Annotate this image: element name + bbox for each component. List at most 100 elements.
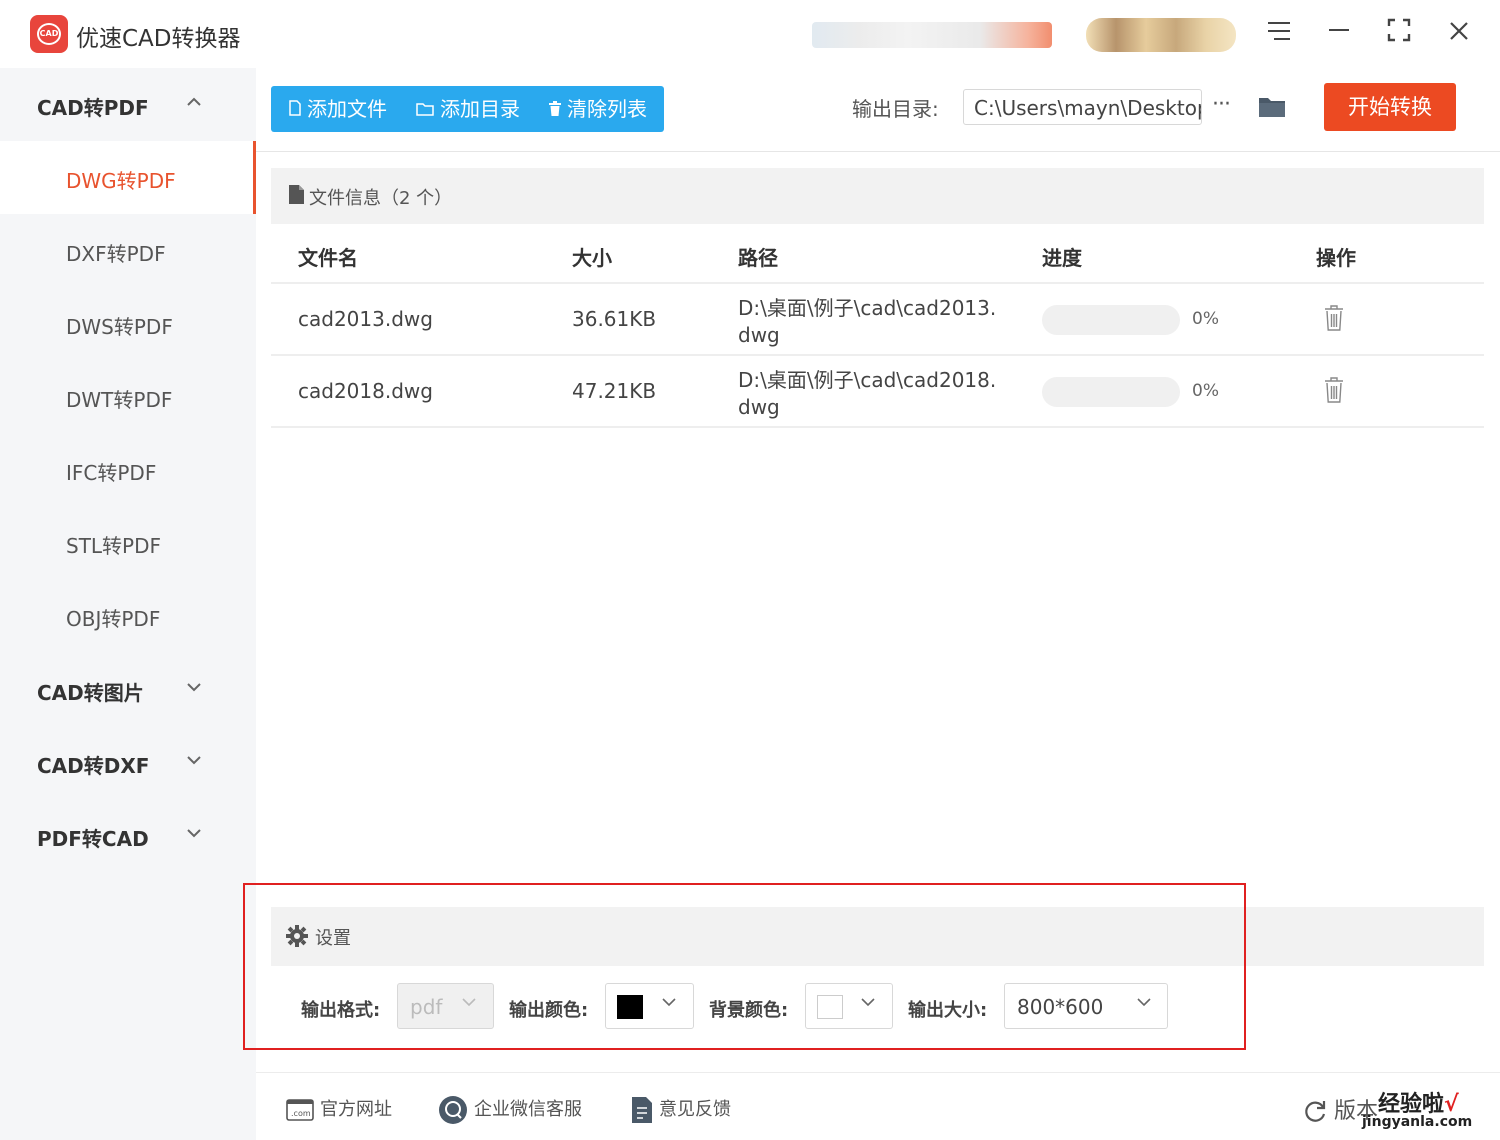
group-label: PDF转CAD [37, 827, 149, 851]
background-color-swatch [817, 995, 843, 1019]
column-header-size: 大小 [572, 246, 612, 270]
sidebar-item-ifc-to-pdf[interactable]: IFC转PDF [0, 433, 256, 506]
progress-bar [1042, 377, 1180, 407]
wechat-support-icon [439, 1096, 467, 1124]
file-icon [289, 88, 301, 134]
settings-title: 设置 [315, 928, 351, 949]
sidebar-item-dwg-to-pdf[interactable]: DWG转PDF [0, 141, 256, 214]
output-dir-label: 输出目录: [852, 97, 939, 121]
chevron-down-icon [186, 823, 202, 844]
sidebar-item-stl-to-pdf[interactable]: STL转PDF [0, 506, 256, 579]
settings-panel: 设置 输出格式: pdf 输出颜色: 背景颜色: 输出大小: 800*600 [271, 907, 1484, 1053]
svg-text:.com: .com [291, 1109, 311, 1118]
add-file-button[interactable]: 添加文件 [289, 86, 387, 132]
gear-icon [286, 925, 308, 947]
group-label: CAD转PDF [37, 96, 149, 120]
sidebar-item-obj-to-pdf[interactable]: OBJ转PDF [0, 579, 256, 652]
document-icon [289, 185, 304, 204]
sidebar-item-dwt-to-pdf[interactable]: DWT转PDF [0, 360, 256, 433]
website-icon: .com [286, 1099, 314, 1121]
output-size-label: 输出大小: [908, 1000, 988, 1021]
official-website-link[interactable]: .com 官方网址 [286, 1095, 392, 1122]
refresh-icon [1305, 1101, 1326, 1122]
app-logo: CAD [30, 15, 68, 53]
clear-list-label: 清除列表 [567, 97, 647, 121]
output-color-label: 输出颜色: [509, 1000, 589, 1021]
start-convert-button[interactable]: 开始转换 [1324, 83, 1456, 131]
output-size-value: 800*600 [1017, 995, 1104, 1019]
title-bar: CAD 优速CAD转换器 [0, 0, 1500, 68]
trash-icon [549, 88, 561, 134]
column-header-progress: 进度 [1042, 246, 1082, 270]
output-format-select: pdf [397, 983, 494, 1029]
file-path-line1: D:\桌面\例子\cad\cad2018. [738, 368, 997, 392]
column-header-name: 文件名 [298, 246, 358, 270]
output-size-select[interactable]: 800*600 [1004, 983, 1168, 1029]
add-file-label: 添加文件 [307, 97, 387, 121]
folder-outline-icon [416, 88, 434, 134]
open-folder-icon[interactable] [1258, 94, 1286, 118]
blurred-vip-badge[interactable] [1086, 18, 1236, 52]
file-name: cad2018.dwg [298, 379, 433, 403]
table-row[interactable]: cad2018.dwg 47.21KB D:\桌面\例子\cad\cad2018… [271, 356, 1484, 428]
sidebar-item-label: DWG转PDF [66, 169, 176, 193]
file-name: cad2013.dwg [298, 307, 433, 331]
sidebar-group-cad-to-dxf[interactable]: CAD转DXF [0, 726, 256, 798]
file-path-line2: dwg [738, 395, 780, 419]
group-label: CAD转图片 [37, 681, 144, 705]
minimize-icon[interactable] [1323, 18, 1355, 50]
settings-header: 设置 [271, 907, 1484, 966]
fullscreen-icon[interactable] [1383, 18, 1415, 50]
output-dir-field[interactable]: C:\Users\mayn\Desktop [963, 89, 1202, 125]
blurred-account-info [812, 22, 1052, 48]
sidebar-item-label: DWS转PDF [66, 315, 173, 339]
file-size: 47.21KB [572, 379, 657, 403]
output-color-swatch [617, 995, 643, 1019]
sidebar-group-cad-to-image[interactable]: CAD转图片 [0, 653, 256, 725]
file-size: 36.61KB [572, 307, 657, 331]
chevron-down-icon [861, 995, 875, 1011]
feedback-link[interactable]: 意见反馈 [631, 1095, 731, 1124]
progress-bar [1042, 305, 1180, 335]
close-icon[interactable] [1443, 18, 1475, 50]
background-color-label: 背景颜色: [709, 1000, 789, 1021]
sidebar-item-label: IFC转PDF [66, 461, 157, 485]
browse-more-button[interactable]: ··· [1212, 92, 1231, 117]
file-path-line2: dwg [738, 323, 780, 347]
footer-bar: .com 官方网址 企业微信客服 意见反馈 版本 [256, 1072, 1500, 1140]
add-directory-button[interactable]: 添加目录 [416, 86, 520, 132]
version-label: 版本 [1334, 1099, 1379, 1124]
menu-icon[interactable] [1263, 18, 1295, 50]
sidebar-item-dxf-to-pdf[interactable]: DXF转PDF [0, 214, 256, 287]
sidebar-item-label: STL转PDF [66, 534, 162, 558]
output-format-label: 输出格式: [301, 1000, 381, 1021]
output-color-select[interactable] [605, 983, 694, 1029]
column-header-actions: 操作 [1316, 246, 1356, 270]
column-header-path: 路径 [738, 246, 778, 270]
chevron-up-icon [186, 92, 202, 113]
wechat-support-label: 企业微信客服 [474, 1099, 582, 1120]
file-panel-title: 文件信息（2 个） [309, 188, 453, 209]
sidebar-item-label: OBJ转PDF [66, 607, 161, 631]
version-link[interactable]: 版本 [1302, 1093, 1378, 1125]
logo-text: CAD [37, 23, 61, 45]
chevron-down-icon [462, 995, 476, 1011]
delete-file-icon[interactable] [1324, 377, 1344, 403]
file-list-panel: 文件信息（2 个） 文件名 大小 路径 进度 操作 cad2013.dwg 36… [271, 168, 1484, 900]
official-website-label: 官方网址 [320, 1099, 392, 1120]
table-row[interactable]: cad2013.dwg 36.61KB D:\桌面\例子\cad\cad2013… [271, 284, 1484, 356]
progress-text: 0% [1192, 381, 1219, 401]
file-path-line1: D:\桌面\例子\cad\cad2013. [738, 296, 997, 320]
feedback-label: 意见反馈 [659, 1099, 731, 1120]
delete-file-icon[interactable] [1324, 305, 1344, 331]
background-color-select[interactable] [805, 983, 893, 1029]
wechat-support-link[interactable]: 企业微信客服 [438, 1095, 582, 1125]
chevron-down-icon [186, 677, 202, 698]
clear-list-button[interactable]: 清除列表 [549, 86, 647, 132]
progress-text: 0% [1192, 309, 1219, 329]
sidebar-group-pdf-to-cad[interactable]: PDF转CAD [0, 799, 256, 871]
add-directory-label: 添加目录 [440, 97, 520, 121]
file-toolbar: 添加文件 添加目录 清除列表 [271, 86, 664, 132]
sidebar-group-cad-to-pdf[interactable]: CAD转PDF [0, 68, 256, 140]
sidebar-item-dws-to-pdf[interactable]: DWS转PDF [0, 287, 256, 360]
